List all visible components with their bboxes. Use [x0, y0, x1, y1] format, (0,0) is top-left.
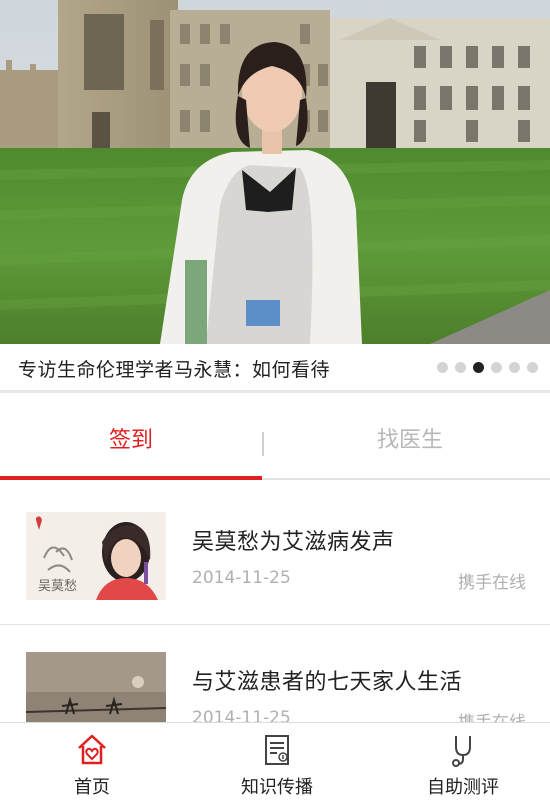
- nav-label: 自助测评: [427, 777, 499, 798]
- banner-caption: 专访生命伦理学者马永慧：如何看待: [18, 358, 331, 381]
- stethoscope-icon: [452, 736, 471, 767]
- list-divider: [0, 624, 550, 625]
- banner-carousel[interactable]: [0, 0, 550, 344]
- carousel-dot: [455, 362, 466, 373]
- active-tab-indicator: [0, 476, 262, 480]
- document-icon: [265, 735, 289, 765]
- carousel-indicators: [437, 362, 538, 373]
- nav-knowledge[interactable]: 知识传播: [222, 723, 332, 800]
- tab-sign-in[interactable]: 签到: [0, 394, 262, 482]
- article-source: 携手在线: [458, 573, 526, 593]
- nav-label: 首页: [74, 777, 110, 798]
- carousel-dot: [527, 362, 538, 373]
- nav-self-assessment[interactable]: 自助测评: [408, 723, 518, 800]
- tab-divider: [262, 432, 264, 456]
- article-thumbnail: 吴莫愁: [26, 512, 166, 600]
- banner-photo: [0, 0, 550, 344]
- article-title: 吴莫愁为艾滋病发声: [192, 530, 395, 555]
- nav-home[interactable]: 首页: [42, 723, 142, 800]
- article-title: 与艾滋患者的七天家人生活: [192, 670, 463, 695]
- carousel-dot: [437, 362, 448, 373]
- app-screen: 专访生命伦理学者马永慧：如何看待 签到 找医生 吴莫愁 吴莫愁为艾滋病发声 20…: [0, 0, 550, 800]
- tab-bar: 签到 找医生: [0, 394, 550, 482]
- carousel-dot: [509, 362, 520, 373]
- tab-find-doctor[interactable]: 找医生: [270, 394, 550, 482]
- banner-caption-bar[interactable]: 专访生命伦理学者马永慧：如何看待: [0, 344, 550, 392]
- home-icon: [78, 734, 106, 765]
- bottom-nav: 首页 知识传播 自助测评: [0, 722, 550, 800]
- article-date: 2014-11-25: [192, 568, 291, 588]
- section-divider: [0, 390, 550, 393]
- tab-baseline: [262, 478, 550, 480]
- carousel-dot: [491, 362, 502, 373]
- carousel-dot-active: [473, 362, 484, 373]
- nav-label: 知识传播: [241, 777, 313, 798]
- list-item[interactable]: 吴莫愁 吴莫愁为艾滋病发声 2014-11-25 携手在线: [0, 488, 550, 628]
- thumbnail-text: 吴莫愁: [38, 579, 77, 594]
